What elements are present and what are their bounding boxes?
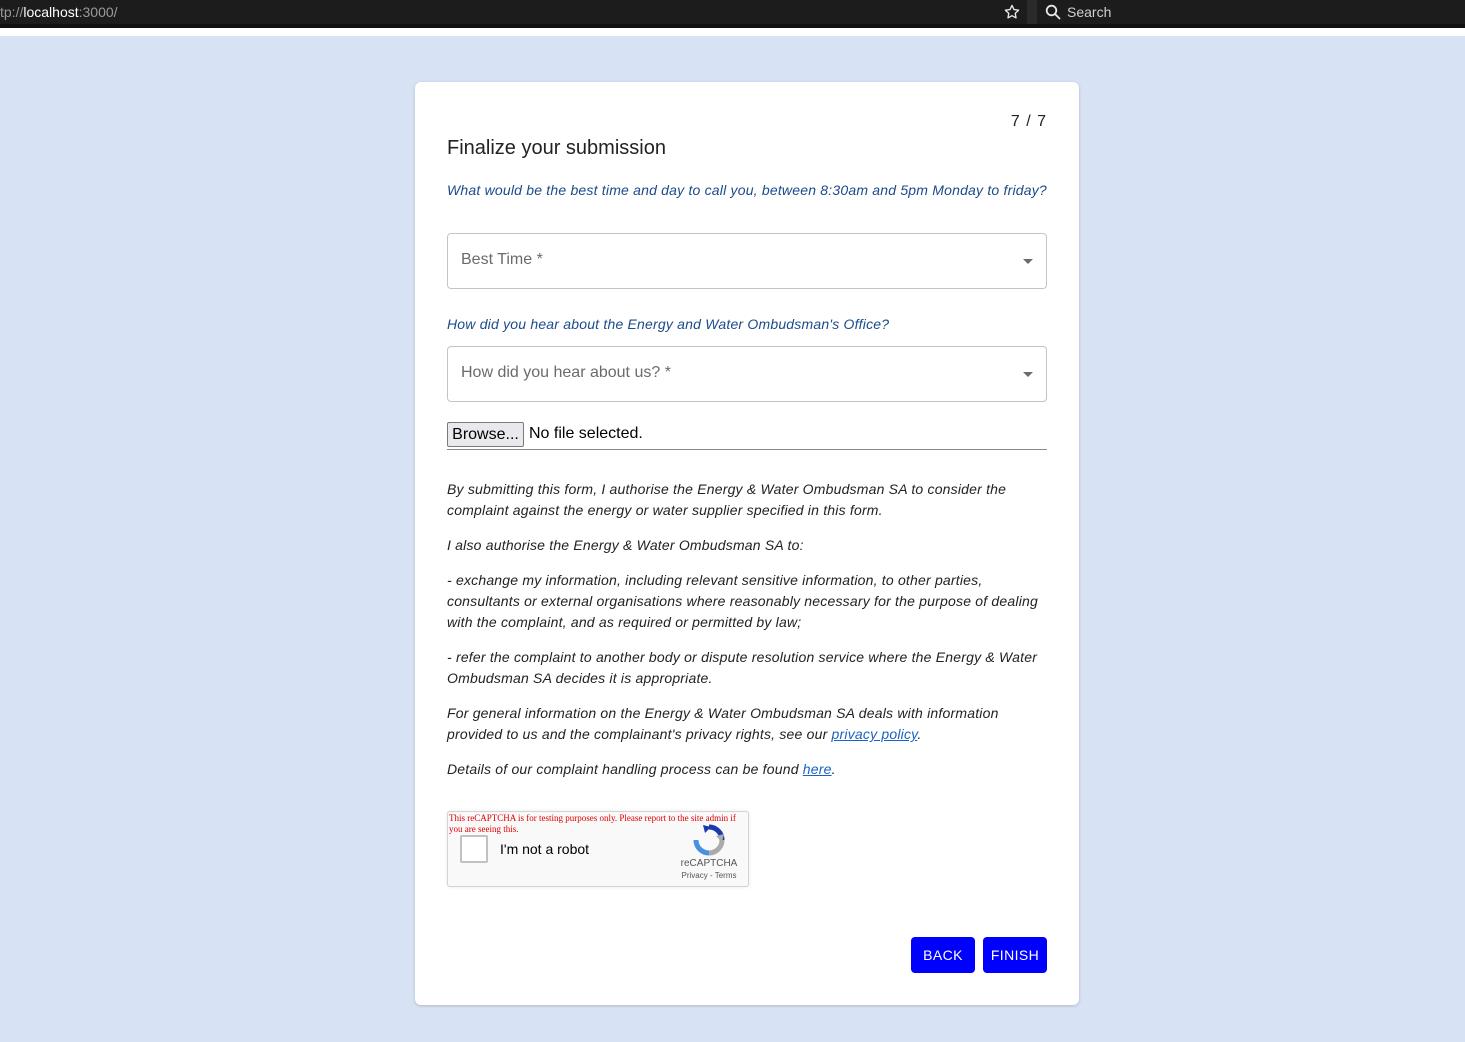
url-host: localhost xyxy=(23,4,79,20)
file-status: No file selected. xyxy=(529,425,643,442)
consent-paragraph: By submitting this form, I authorise the… xyxy=(447,481,1007,518)
browser-toolbar: tp://localhost:3000/ Search xyxy=(0,0,1465,24)
process-text: Details of our complaint handling proces… xyxy=(447,761,803,777)
star-icon[interactable] xyxy=(1003,3,1021,21)
recaptcha-logo-icon xyxy=(693,824,725,856)
recaptcha-label: I'm not a robot xyxy=(500,841,590,857)
recaptcha-links[interactable]: Privacy - Terms xyxy=(674,871,744,880)
browser-search-box[interactable]: Search xyxy=(1037,0,1465,24)
search-icon xyxy=(1045,4,1061,20)
chevron-down-icon xyxy=(1023,372,1033,377)
chevron-down-icon xyxy=(1023,259,1033,264)
url-prefix: tp:// xyxy=(0,4,24,20)
page-title: Finalize your submission xyxy=(447,137,666,159)
best-time-select[interactable]: Best Time * xyxy=(447,233,1047,289)
recaptcha-checkbox[interactable] xyxy=(460,835,488,863)
privacy-end: . xyxy=(917,726,922,742)
form-card: 7 / 7 Finalize your submission What woul… xyxy=(415,82,1079,1005)
privacy-policy-link[interactable]: privacy policy xyxy=(832,726,918,742)
page-top-strip xyxy=(0,28,1465,36)
hear-about-label: How did you hear about us? * xyxy=(461,364,671,381)
privacy-paragraph: For general information on the Energy & … xyxy=(447,703,1047,745)
url-bar[interactable]: tp://localhost:3000/ xyxy=(0,0,1027,24)
finish-button[interactable]: FINISH xyxy=(983,937,1047,973)
best-time-label: Best Time * xyxy=(461,251,543,268)
process-paragraph: Details of our complaint handling proces… xyxy=(447,759,1047,780)
process-here-link[interactable]: here xyxy=(803,761,832,777)
consent-paragraph: - exchange my information, including rel… xyxy=(447,572,1038,630)
best-time-question: What would be the best time and day to c… xyxy=(447,182,1047,198)
search-placeholder: Search xyxy=(1067,4,1112,20)
process-end: . xyxy=(831,761,836,777)
recaptcha-widget: This reCAPTCHA is for testing purposes o… xyxy=(447,811,749,887)
consent-paragraph: - refer the complaint to another body or… xyxy=(447,649,1038,686)
browse-button[interactable]: Browse... xyxy=(447,422,524,447)
consent-paragraph: I also authorise the Energy & Water Ombu… xyxy=(447,537,804,553)
url-rest: :3000/ xyxy=(78,4,118,20)
hear-about-select[interactable]: How did you hear about us? * xyxy=(447,346,1047,402)
file-upload-field: Browse... No file selected. xyxy=(447,422,1047,450)
step-counter: 7 / 7 xyxy=(1010,113,1047,130)
hear-about-question: How did you hear about the Energy and Wa… xyxy=(447,316,890,332)
recaptcha-brand: reCAPTCHA xyxy=(680,858,738,869)
back-button[interactable]: BACK xyxy=(911,937,975,973)
